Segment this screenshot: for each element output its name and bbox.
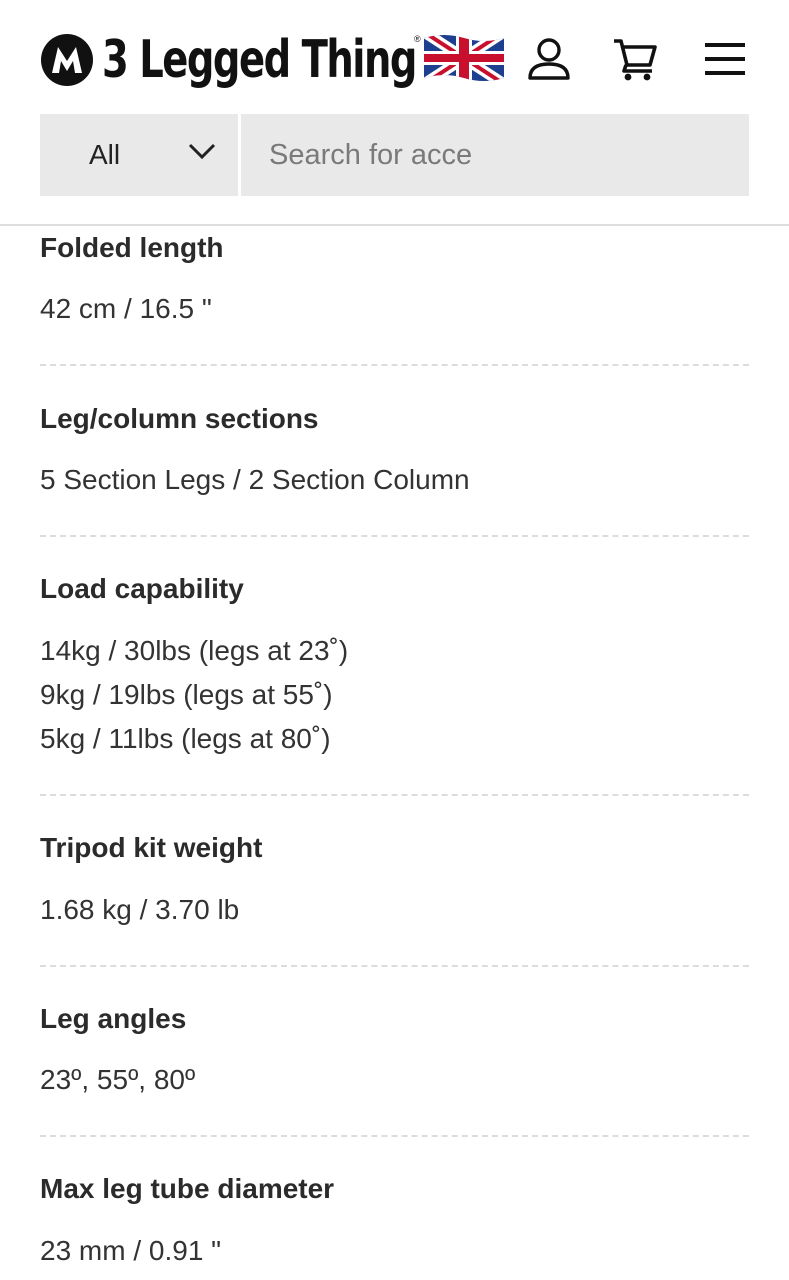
site-header: 3 Legged Thing ® All Search for acce	[0, 0, 789, 226]
registered-mark: ®	[414, 34, 421, 44]
cart-button[interactable]	[606, 30, 664, 88]
cart-icon	[614, 39, 657, 81]
spec-value: 23º, 55º, 80º	[40, 1064, 196, 1095]
spec-value: 23 mm / 0.91 "	[40, 1235, 222, 1266]
logo-text: 3 Legged Thing	[102, 30, 417, 90]
menu-button[interactable]	[696, 30, 754, 88]
spec-title: Leg/column sections	[40, 403, 319, 434]
spec-value: 1.68 kg / 3.70 lb	[40, 894, 240, 925]
category-select[interactable]: All	[40, 114, 238, 196]
account-button[interactable]	[520, 30, 578, 88]
spec-value: 5 Section Legs / 2 Section Column	[40, 464, 470, 495]
spec-separator	[40, 1135, 749, 1137]
category-select-label: All	[89, 139, 121, 170]
spec-separator	[40, 364, 749, 366]
spec-value: 5kg / 11lbs (legs at 80˚)	[40, 723, 331, 754]
spec-title: Folded length	[40, 232, 224, 263]
search-bar: All	[40, 114, 749, 196]
spec-separator	[40, 965, 749, 967]
search-input[interactable]	[241, 114, 749, 196]
logo-mark-icon	[41, 34, 93, 86]
spec-separator	[40, 535, 749, 537]
spec-value: 42 cm / 16.5 "	[40, 293, 212, 324]
uk-flag-icon	[424, 35, 504, 81]
spec-title: Tripod kit weight	[40, 832, 263, 863]
spec-title: Load capability	[40, 573, 244, 604]
spec-separator	[40, 794, 749, 796]
spec-value: 9kg / 19lbs (legs at 55˚)	[40, 679, 333, 710]
chevron-down-icon	[188, 143, 216, 160]
spec-title: Max leg tube diameter	[40, 1173, 335, 1204]
account-icon	[528, 38, 570, 80]
menu-icon	[705, 43, 745, 75]
spec-title: Leg angles	[40, 1003, 187, 1034]
spec-value: 14kg / 30lbs (legs at 23˚)	[40, 635, 349, 666]
